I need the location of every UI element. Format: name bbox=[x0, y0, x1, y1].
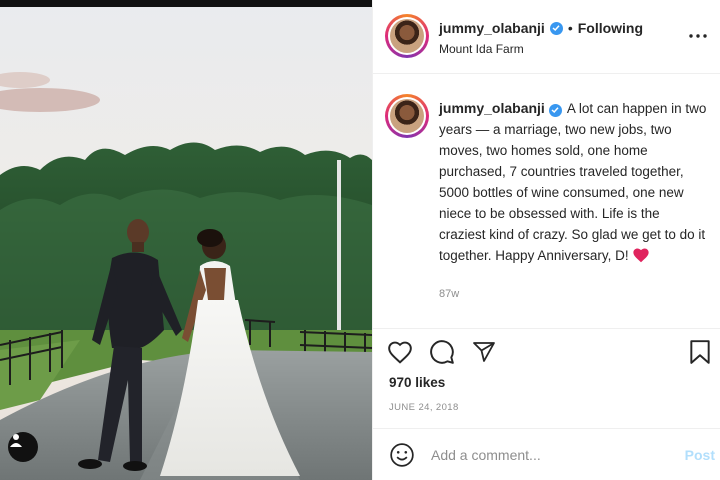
bookmark-icon[interactable] bbox=[687, 339, 713, 365]
location-link[interactable]: Mount Ida Farm bbox=[439, 42, 524, 56]
post-date[interactable]: JUNE 24, 2018 bbox=[389, 402, 459, 413]
author-username[interactable]: jummy_olabanji bbox=[439, 20, 545, 36]
post-comment-button[interactable]: Post bbox=[685, 447, 715, 463]
verified-badge-icon bbox=[549, 21, 563, 35]
caption-timestamp[interactable]: 87w bbox=[439, 288, 459, 300]
post-side-panel: jummy_olabanji • Following Mount Ida Far… bbox=[372, 0, 720, 480]
heart-outline-icon[interactable] bbox=[387, 339, 413, 365]
emoji-icon[interactable] bbox=[389, 442, 415, 468]
caption-username[interactable]: jummy_olabanji bbox=[439, 100, 545, 116]
caption-body: A lot can happen in two years — a marria… bbox=[439, 101, 707, 263]
wedding-photo-image bbox=[0, 0, 372, 480]
following-button[interactable]: Following bbox=[578, 20, 643, 36]
comment-input[interactable] bbox=[431, 443, 661, 467]
photo-top-bar bbox=[0, 0, 372, 7]
caption-section: jummy_olabanji A lot can happen in two ye… bbox=[373, 74, 720, 328]
caption-text: jummy_olabanji A lot can happen in two ye… bbox=[439, 98, 707, 269]
tagged-user-icon[interactable] bbox=[8, 432, 38, 462]
post-photo[interactable] bbox=[0, 0, 372, 480]
share-icon[interactable] bbox=[471, 339, 497, 365]
separator-dot: • bbox=[567, 20, 573, 36]
comment-icon[interactable] bbox=[429, 339, 455, 365]
comment-bar: Post bbox=[373, 428, 720, 480]
post-header: jummy_olabanji • Following Mount Ida Far… bbox=[373, 0, 720, 74]
red-heart-emoji-icon bbox=[632, 247, 650, 269]
more-options-icon[interactable] bbox=[689, 27, 707, 38]
verified-badge-icon bbox=[548, 103, 562, 117]
caption-avatar[interactable] bbox=[385, 94, 429, 138]
likes-count[interactable]: 970 likes bbox=[389, 375, 445, 390]
author-avatar[interactable] bbox=[385, 14, 429, 58]
